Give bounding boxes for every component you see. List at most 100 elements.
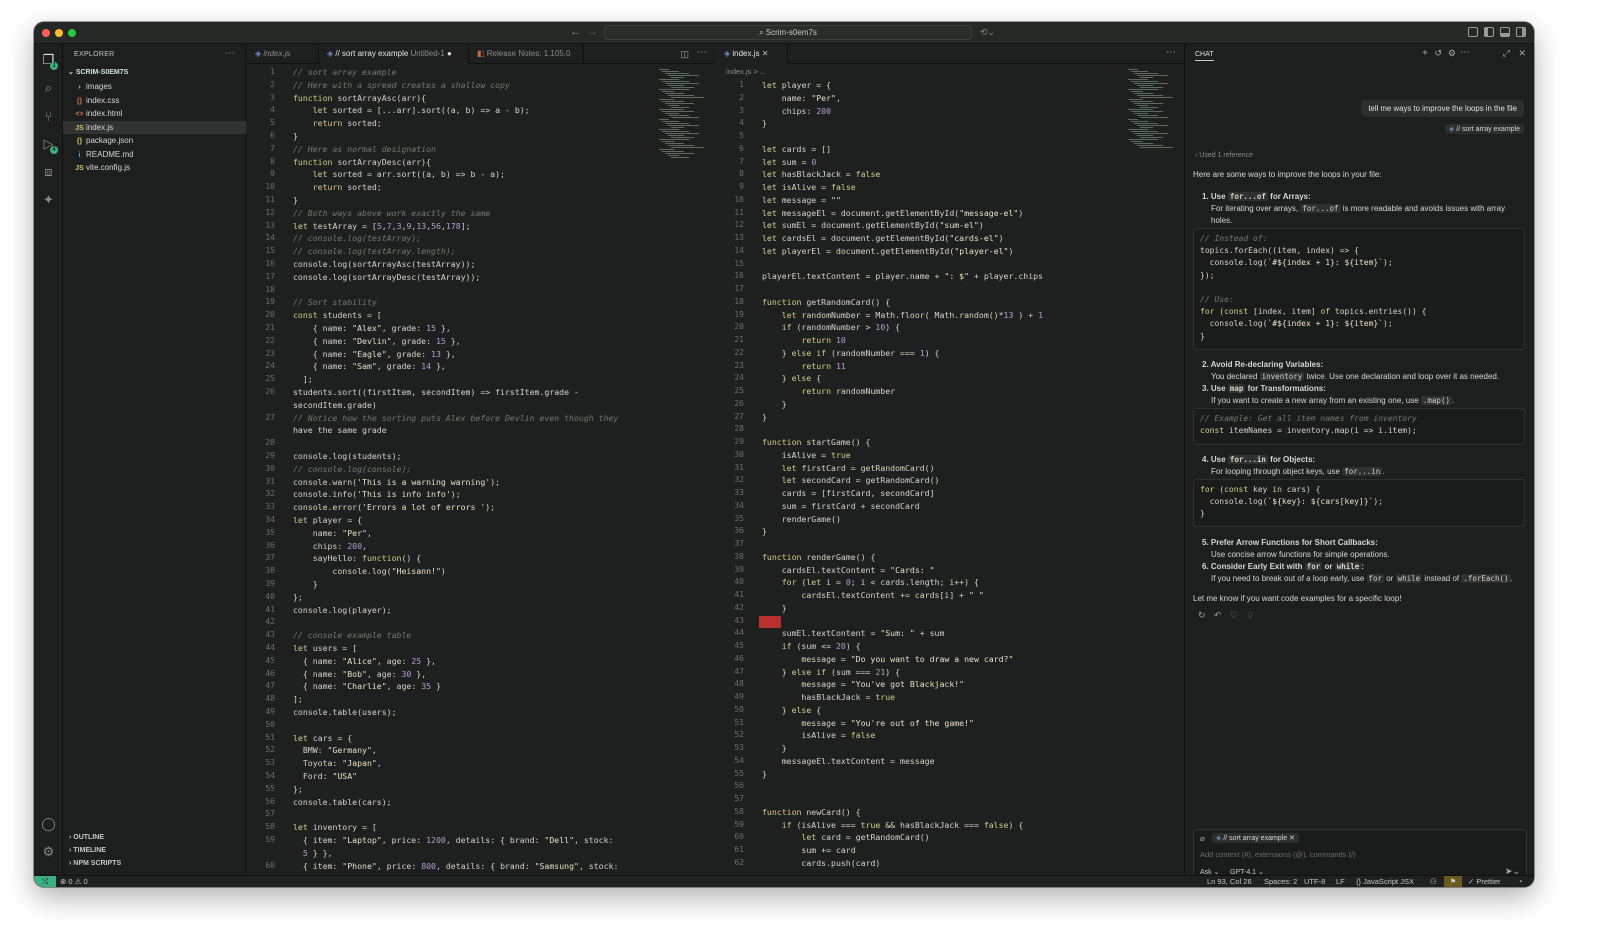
breadcrumb[interactable]: index.js > ... [726, 67, 766, 76]
code-line[interactable]: if (randomNumber > 10) { [762, 322, 900, 332]
code-line[interactable]: let randomNumber = Math.floor( Math.rand… [762, 310, 1043, 320]
code-line[interactable]: const students = [ [293, 310, 382, 320]
code-line[interactable]: Ford: "USA" [293, 771, 357, 781]
code-line[interactable]: // console.log(console); [293, 464, 411, 474]
code-line[interactable]: { name: "Charlie", age: 35 } [293, 681, 441, 691]
explorer-item[interactable]: {} package.json [63, 134, 246, 147]
code-line[interactable]: { name: "Bob", age: 30 }, [293, 669, 426, 679]
minimap[interactable] [1126, 65, 1173, 185]
code-line[interactable]: return sorted; [293, 118, 382, 128]
cursor-position[interactable]: Ln 93, Col 26 [1207, 876, 1252, 887]
outline-section[interactable]: › OUTLINE [69, 831, 104, 844]
code-line[interactable]: secondItem.grade) [293, 400, 377, 410]
command-center-search[interactable]: ⌕ Scrim-s0em7s [604, 25, 972, 40]
code-line[interactable]: function renderGame() { [762, 552, 875, 562]
code-line[interactable]: // Here as normal designation [293, 144, 436, 154]
code-line[interactable]: { item: "Laptop", price: 1200, details: … [293, 835, 614, 845]
code-line[interactable]: } [293, 579, 318, 589]
code-line[interactable]: } else if (randomNumber === 1) { [762, 348, 940, 358]
code-line[interactable]: sayHello: function() { [293, 553, 421, 563]
code-line[interactable]: console.log(player); [293, 605, 392, 615]
code-line[interactable]: chips: 200, [293, 541, 367, 551]
code-block-2[interactable]: // Example: Get all item names from inve… [1193, 408, 1525, 445]
code-line[interactable]: } [762, 118, 767, 128]
code-line[interactable]: // Notice how the sorting puts Alex befo… [293, 413, 618, 423]
explorer-item[interactable]: JS index.js [63, 120, 246, 134]
new-chat-icon[interactable]: + [1422, 48, 1428, 59]
code-line[interactable]: { name: "Alex", grade: 15 }, [293, 323, 451, 333]
code-line[interactable]: return 11 [762, 361, 845, 371]
code-line[interactable]: let isAlive = false [762, 182, 856, 192]
tab-index-js[interactable]: ◈ index.js [247, 44, 319, 64]
run-debug-icon[interactable]: ▷ 4 [38, 134, 59, 154]
code-line[interactable]: playerEl.textContent = player.name + ": … [762, 271, 1043, 281]
code-line[interactable]: cards = [firstCard, secondCard] [762, 488, 935, 498]
timeline-section[interactable]: › TIMELINE [69, 844, 106, 857]
bell-icon[interactable]: ◔ [1518, 876, 1523, 887]
code-line[interactable]: } [762, 399, 787, 409]
code-line[interactable]: console.table(cars); [293, 797, 392, 807]
code-block-3[interactable]: for (const key in cars) { console.log(`$… [1193, 479, 1525, 527]
code-line[interactable]: if (sum <= 20) { [762, 641, 861, 651]
code-line[interactable]: let cardsEl = document.getElementById("c… [762, 233, 1004, 243]
tab-sort-array-example[interactable]: ◈ // sort array example Untitled-1 ● [319, 44, 469, 64]
code-line[interactable]: students.sort((firstItem, secondItem) =>… [293, 387, 579, 397]
code-line[interactable]: function newCard() { [762, 807, 861, 817]
code-line[interactable]: messageEl.textContent = message [762, 756, 935, 766]
code-line[interactable]: let cards = [] [762, 144, 831, 154]
toggle-panel-icon[interactable] [1500, 27, 1510, 37]
chat-input[interactable]: Add context (#), extensions (@), command… [1200, 850, 1356, 859]
encoding[interactable]: UTF-8 [1304, 876, 1325, 887]
code-line[interactable]: } [762, 743, 787, 753]
layout-customize-icon[interactable] [1468, 27, 1478, 37]
code-line[interactable]: let sorted = arr.sort((a, b) => b - a); [293, 169, 505, 179]
settings-gear-icon[interactable]: ⚙ [38, 842, 59, 862]
maximize-chat-icon[interactable]: ⤢ [1503, 48, 1510, 59]
code-line[interactable]: let sumEl = document.getElementById("sum… [762, 220, 984, 230]
code-line[interactable]: { name: "Devlin", grade: 15 }, [293, 336, 461, 346]
code-line[interactable]: hasBlackJack = true [762, 692, 895, 702]
context-chip[interactable]: ◈ // sort array example ✕ [1212, 833, 1299, 843]
code-line[interactable]: { name: "Sam", grade: 14 }, [293, 361, 446, 371]
notifications-icon[interactable]: ⚑ [1444, 876, 1462, 887]
split-editor-icon[interactable]: ◫ [680, 49, 689, 60]
code-line[interactable]: } [762, 603, 787, 613]
indentation[interactable]: Spaces: 2 [1264, 876, 1297, 887]
code-line[interactable]: let hasBlackJack = false [762, 169, 880, 179]
copilot-status-icon[interactable]: ⚇ [1430, 876, 1437, 887]
code-line[interactable]: cards.push(card) [762, 858, 880, 868]
code-line[interactable]: function sortArrayDesc(arr){ [293, 157, 431, 167]
code-line[interactable]: // sort array example [293, 67, 397, 77]
code-line[interactable]: cardsEl.textContent = "Cards: " [762, 565, 935, 575]
code-line[interactable]: let message = "" [762, 195, 841, 205]
remote-indicator-icon[interactable]: ⤭ [34, 876, 56, 887]
code-line[interactable]: console.info('This is info info'); [293, 489, 461, 499]
code-line[interactable]: let card = getRandomCard() [762, 832, 929, 842]
retry-icon[interactable]: ↻ [1198, 610, 1206, 621]
language-mode[interactable]: {} JavaScript JSX [1356, 876, 1414, 887]
code-line[interactable]: } [293, 131, 298, 141]
explorer-item[interactable]: JS vite.config.js [63, 161, 246, 174]
source-control-icon[interactable]: ⑂ [38, 106, 59, 126]
code-line[interactable]: function startGame() { [762, 437, 870, 447]
explorer-item[interactable]: <> index.html [63, 107, 246, 120]
code-line[interactable]: function getRandomCard() { [762, 297, 890, 307]
thumbs-down-icon[interactable]: ♢ [1246, 610, 1254, 621]
toggle-primary-sidebar-icon[interactable] [1484, 27, 1494, 37]
extensions-icon[interactable]: ⧈ [38, 162, 59, 182]
code-line[interactable]: let sorted = [...arr].sort((a, b) => a -… [293, 105, 530, 115]
code-line[interactable]: let playerEl = document.getElementById("… [762, 246, 1013, 256]
explorer-icon[interactable]: ❐ 1 [38, 50, 59, 70]
chat-more-icon[interactable]: ⋯ [1460, 47, 1470, 58]
code-line[interactable]: } else if (sum === 21) { [762, 667, 900, 677]
forward-arrow-icon[interactable]: → [587, 26, 598, 39]
code-line[interactable]: name: "Per", [762, 93, 841, 103]
code-line[interactable]: let player = { [293, 515, 362, 525]
code-line[interactable]: console.log(sortArrayDesc(testArray)); [293, 272, 480, 282]
code-line[interactable]: let firstCard = getRandomCard() [762, 463, 935, 473]
close-window-button[interactable] [42, 29, 50, 37]
editor-more-icon[interactable]: ⋯ [1166, 47, 1176, 58]
code-line[interactable]: BMW: "Germany", [293, 745, 377, 755]
maximize-window-button[interactable] [68, 29, 76, 37]
code-line[interactable]: for (let i = 0; i < cards.length; i++) { [762, 577, 979, 587]
